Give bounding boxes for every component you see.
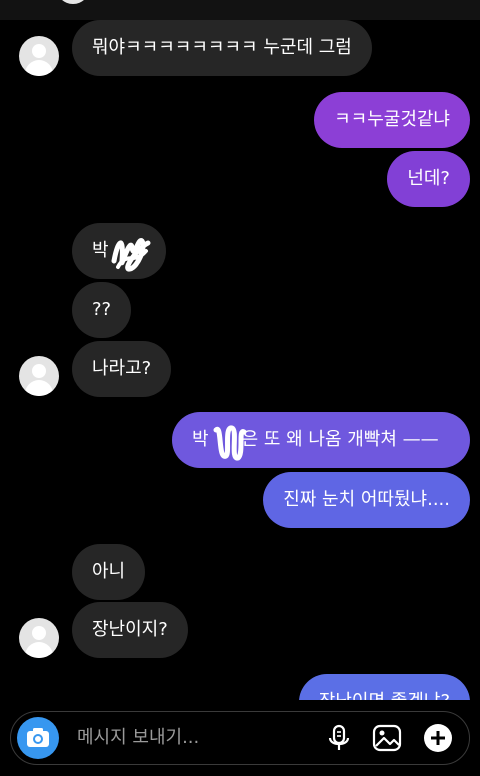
message-incoming[interactable]: 장난이지?	[72, 602, 188, 658]
message-incoming[interactable]: ??	[72, 282, 132, 338]
message-incoming[interactable]: 박	[72, 223, 166, 279]
avatar[interactable]	[19, 36, 59, 76]
add-icon[interactable]	[422, 722, 454, 754]
message-composer: 메시지 보내기...	[10, 711, 470, 765]
message-text-end: 은 또 왜 나옴 개빡쳐 ——	[241, 429, 439, 450]
gallery-icon[interactable]	[371, 722, 403, 754]
redaction-scribble	[111, 238, 151, 272]
composer-bar: 메시지 보내기...	[0, 700, 480, 776]
camera-button[interactable]	[17, 717, 59, 759]
message-incoming[interactable]: 나라고?	[72, 341, 172, 397]
message-text-start: 박	[192, 429, 209, 450]
message-text: 박	[92, 240, 109, 261]
message-incoming[interactable]: 뭐야ㅋㅋㅋㅋㅋㅋㅋㅋ 누군데 그럼	[72, 20, 372, 76]
message-outgoing[interactable]: 넌데?	[387, 151, 470, 207]
avatar[interactable]	[19, 618, 59, 658]
redaction-scribble	[213, 425, 247, 461]
message-input[interactable]: 메시지 보내기...	[77, 712, 199, 764]
top-bar	[0, 0, 480, 20]
microphone-icon[interactable]	[323, 722, 355, 754]
message-outgoing[interactable]: 진짜 눈치 어따뒀냐....	[263, 472, 470, 528]
message-incoming[interactable]: 아니	[72, 544, 146, 600]
message-outgoing[interactable]: ㅋㅋ누굴것같냐	[314, 92, 470, 148]
message-outgoing[interactable]: 박 은 또 왜 나옴 개빡쳐 ——	[172, 412, 470, 468]
camera-icon	[27, 728, 49, 747]
header-avatar	[56, 0, 90, 4]
avatar[interactable]	[19, 356, 59, 396]
